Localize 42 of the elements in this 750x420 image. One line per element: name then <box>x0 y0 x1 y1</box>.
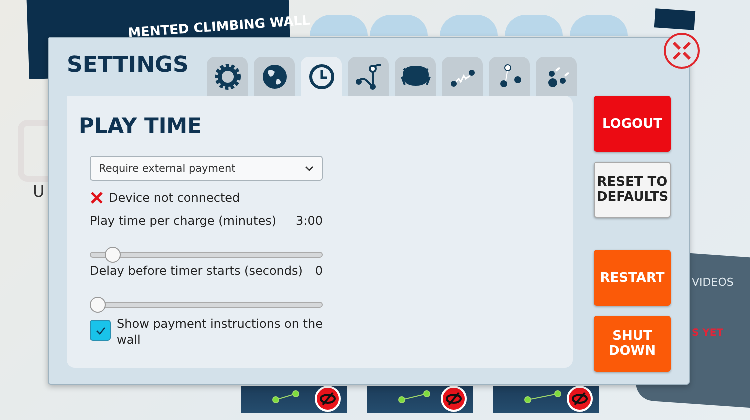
slider-thumb[interactable] <box>105 247 122 263</box>
route-drawing <box>272 390 300 404</box>
slider[interactable] <box>90 297 323 313</box>
settings-tab[interactable] <box>207 57 248 96</box>
payment-dropdown[interactable]: Require external payment <box>90 156 323 181</box>
chevron-icon <box>305 166 314 172</box>
settings-tab[interactable] <box>442 57 483 96</box>
banner-title: MENTED CLIMBING WALL <box>128 14 311 42</box>
slider[interactable] <box>90 247 323 263</box>
device-status: Device not connected <box>109 191 240 205</box>
eye-slash-icon[interactable] <box>441 386 467 412</box>
logout-button[interactable]: LOGOUT <box>594 96 671 152</box>
close-icon[interactable] <box>663 32 701 70</box>
eye-slash-icon[interactable] <box>567 386 593 412</box>
dialog-title: SETTINGS <box>67 53 190 78</box>
settings-tab[interactable] <box>489 57 530 96</box>
route-drawing <box>524 390 562 404</box>
route-thumbnail[interactable] <box>493 386 599 413</box>
settings-tab[interactable] <box>395 57 436 96</box>
power-button[interactable]: RESTART <box>594 250 671 306</box>
slider-label: Delay before timer starts (seconds) <box>90 264 303 278</box>
side-label: U <box>33 182 45 201</box>
route-thumbnail[interactable] <box>367 386 473 413</box>
slider-label: Play time per charge (minutes) <box>90 214 277 228</box>
settings-tab[interactable] <box>536 57 577 96</box>
eye-slash-icon[interactable] <box>315 386 341 412</box>
check-icon <box>96 326 106 334</box>
section-heading: PLAY TIME <box>79 114 203 138</box>
route-drawing <box>398 390 430 404</box>
checkbox-label: Show payment instructions on the wall <box>117 316 323 348</box>
reset-button[interactable]: RESET TO DEFAULTS <box>594 162 671 218</box>
slider-reading: 0 <box>315 264 323 278</box>
videos-message: S YET <box>692 328 724 339</box>
settings-tab[interactable] <box>254 57 295 96</box>
settings-tab[interactable] <box>348 57 389 96</box>
route-thumbnail[interactable] <box>241 386 347 413</box>
settings-tab[interactable] <box>301 57 342 96</box>
checkbox[interactable] <box>90 320 111 341</box>
slider-reading: 3:00 <box>296 214 323 228</box>
power-button[interactable]: SHUT DOWN <box>594 316 671 372</box>
slider-thumb[interactable] <box>90 297 106 313</box>
videos-title: VIDEOS <box>692 276 734 289</box>
